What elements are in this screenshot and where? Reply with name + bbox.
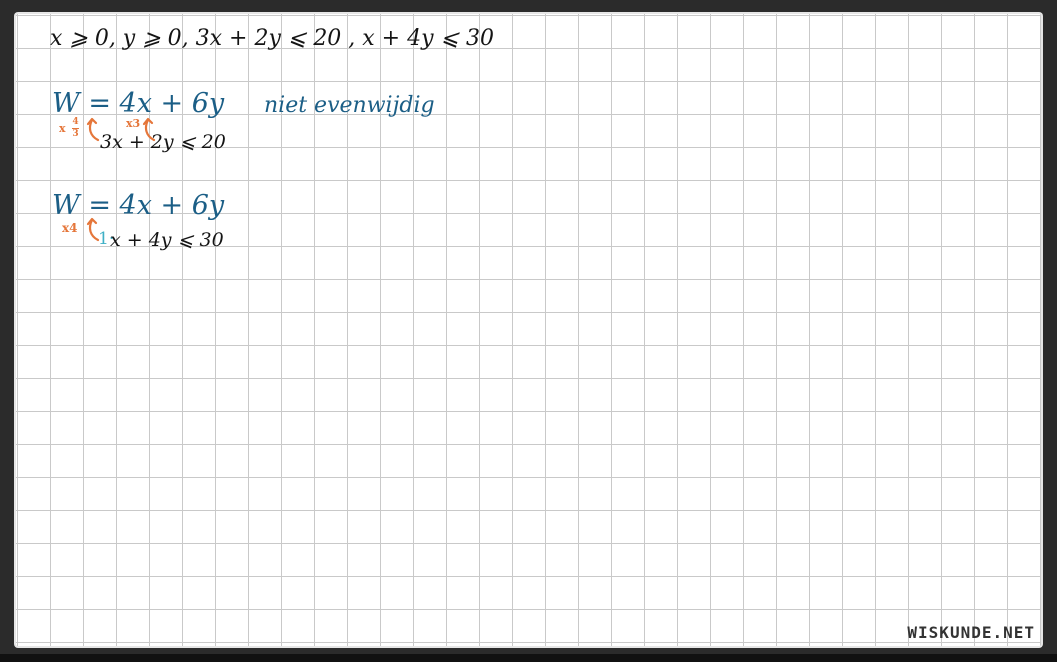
factor-label-x3: x3 xyxy=(126,117,141,130)
player-bottom-bar xyxy=(0,654,1057,662)
factor-label-x: x xyxy=(59,122,66,135)
grid-whiteboard: x ⩾ 0, y ⩾ 0, 3x + 2y ⩽ 20 , x + 4y ⩽ 30… xyxy=(14,12,1043,648)
not-parallel-remark: niet evenwijdig xyxy=(264,93,435,118)
constraints-text: x ⩾ 0, y ⩾ 0, 3x + 2y ⩽ 20 , x + 4y ⩽ 30 xyxy=(50,26,494,51)
video-frame: x ⩾ 0, y ⩾ 0, 3x + 2y ⩽ 20 , x + 4y ⩽ 30… xyxy=(0,0,1057,662)
fraction-numerator: 4 xyxy=(72,117,79,127)
constraint-2-text: x + 4y ⩽ 30 xyxy=(110,229,224,251)
factor-label-x4: x4 xyxy=(62,221,78,235)
constraint-1-text: 3x + 2y ⩽ 20 xyxy=(100,131,226,153)
objective-function-2: W = 4x + 6y xyxy=(52,190,225,221)
watermark-logo: WISKUNDE.NET xyxy=(907,623,1035,642)
objective-function-1: W = 4x + 6y xyxy=(52,88,225,119)
fraction-denominator: 3 xyxy=(72,129,79,139)
factor-fraction: 4 3 xyxy=(72,118,79,139)
